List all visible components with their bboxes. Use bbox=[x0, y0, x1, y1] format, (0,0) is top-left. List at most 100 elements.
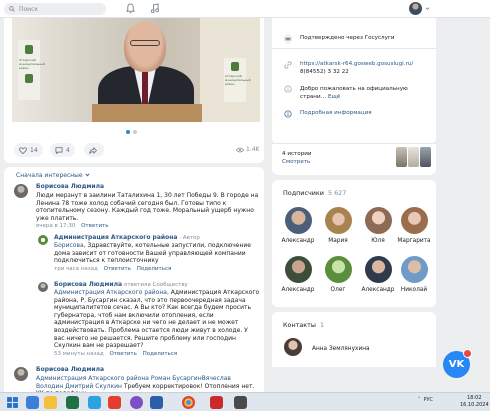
notification-badge bbox=[463, 349, 472, 358]
subscriber-name: Александр bbox=[281, 238, 315, 244]
subscriber[interactable]: Мария bbox=[318, 207, 358, 244]
carousel-dot[interactable] bbox=[133, 130, 137, 134]
reply-link[interactable]: Ответить bbox=[81, 223, 108, 229]
subscriber-name: Николай bbox=[400, 287, 428, 293]
clock-time: 18:02 bbox=[467, 395, 482, 401]
banner-right: Аткарский муниципальный район bbox=[224, 58, 251, 102]
post-photo[interactable]: Аткарский муниципальный район Аткарский … bbox=[12, 18, 260, 122]
views-count: 1.4K bbox=[246, 146, 260, 153]
bell-icon[interactable] bbox=[126, 3, 135, 14]
comment-icon bbox=[55, 146, 63, 154]
search-input[interactable]: Поиск bbox=[4, 3, 106, 15]
more-link[interactable]: Ещё bbox=[328, 94, 340, 100]
chrome-icon[interactable] bbox=[182, 396, 195, 409]
reply-link[interactable]: Ответить bbox=[109, 351, 136, 357]
music-icon[interactable] bbox=[150, 3, 159, 14]
addressee-link[interactable]: Борисова, bbox=[54, 242, 86, 249]
info-circle-icon bbox=[284, 110, 292, 118]
reply-time[interactable]: 53 минуты назад bbox=[54, 351, 104, 357]
taskbar-app-icon[interactable] bbox=[234, 396, 247, 409]
link-icon bbox=[284, 61, 292, 69]
contacts-header[interactable]: Контакты 1 bbox=[283, 321, 324, 329]
verified-row: Подтверждено через Госуслуги bbox=[284, 35, 395, 43]
subscriber-name: Маргарита bbox=[397, 238, 431, 244]
stories-watch-link[interactable]: Смотреть bbox=[282, 158, 312, 166]
heart-icon bbox=[19, 146, 27, 154]
windows-start-icon[interactable] bbox=[6, 396, 19, 409]
subscriber-photo bbox=[400, 207, 428, 234]
chevron-up-icon: ˄ bbox=[418, 397, 421, 403]
share-link[interactable]: Поделиться bbox=[137, 266, 172, 272]
excel-icon[interactable] bbox=[66, 396, 79, 409]
addressee-link[interactable]: Администрация Аткарского района, bbox=[54, 289, 169, 296]
comment-author[interactable]: Борисова Людмила bbox=[36, 366, 260, 373]
reply-avatar[interactable] bbox=[38, 282, 48, 292]
reply-text: Администрация Аткарского района, Р. Буса… bbox=[54, 289, 260, 350]
story-thumbnail[interactable] bbox=[396, 147, 407, 167]
taskbar-clock[interactable]: 18:02 16.10.2024 bbox=[460, 395, 489, 409]
details-row[interactable]: Подробная информация bbox=[284, 110, 372, 118]
details-link[interactable]: Подробная информация bbox=[300, 110, 372, 116]
profile-avatar[interactable] bbox=[409, 2, 422, 15]
subscriber[interactable]: Александр bbox=[358, 256, 398, 293]
comment-button[interactable]: 4 bbox=[50, 143, 75, 157]
taskbar-app-icon[interactable] bbox=[26, 396, 39, 409]
subscriber[interactable]: Юля bbox=[358, 207, 398, 244]
share-button[interactable] bbox=[84, 143, 104, 157]
contacts-card: Контакты 1 Анна Землянухина bbox=[272, 312, 436, 367]
site-link[interactable]: https://atkarsk-r64.gosweb.gosuslugi.ru/ bbox=[300, 61, 413, 67]
subscribers-title: Подписчики bbox=[283, 189, 324, 197]
word-icon[interactable] bbox=[150, 396, 163, 409]
reply-link[interactable]: Ответить bbox=[104, 266, 131, 272]
comment-author[interactable]: Борисова Людмила bbox=[36, 183, 260, 190]
like-count: 14 bbox=[30, 146, 38, 154]
subscribers-card: Подписчики 5 627 Александр Мария Юля Мар… bbox=[272, 180, 436, 307]
post-card: Аткарский муниципальный район Аткарский … bbox=[4, 18, 264, 163]
reply-author[interactable]: Борисова Людмила bbox=[54, 281, 122, 288]
subscriber[interactable]: Александр bbox=[278, 207, 318, 244]
subscriber[interactable]: Александр bbox=[278, 256, 318, 293]
comment-item: Борисова Людмила Люди мерзнут в заилини … bbox=[36, 183, 260, 229]
subscribers-header[interactable]: Подписчики 5 627 bbox=[283, 189, 346, 197]
subscriber[interactable]: Николай bbox=[394, 256, 434, 293]
chevron-down-icon[interactable] bbox=[425, 6, 430, 11]
comments-sort-dropdown[interactable]: Сначала интересные bbox=[16, 172, 90, 179]
description-row: Добро пожаловать на официальную страни… … bbox=[284, 85, 428, 101]
like-button[interactable]: 14 bbox=[14, 143, 43, 157]
reply-avatar[interactable] bbox=[38, 235, 48, 245]
story-thumbnail[interactable] bbox=[408, 147, 419, 167]
reply-time[interactable]: три часа назад bbox=[54, 266, 98, 272]
comment-avatar[interactable] bbox=[14, 367, 28, 381]
viber-icon[interactable] bbox=[130, 396, 143, 409]
subscriber-name: Мария bbox=[328, 238, 348, 244]
story-thumbnail[interactable] bbox=[420, 147, 431, 167]
verified-text: Подтверждено через Госуслуги bbox=[300, 35, 395, 41]
pdf-icon[interactable] bbox=[108, 396, 121, 409]
banner-text: Аткарский муниципальный район bbox=[19, 58, 45, 70]
contact-avatar[interactable] bbox=[284, 338, 302, 356]
banner-text-right: Аткарский муниципальный район bbox=[225, 74, 251, 86]
share-link[interactable]: Поделиться bbox=[143, 351, 178, 357]
comment-time[interactable]: вчера в 17:30 bbox=[36, 223, 75, 229]
stories-card: 4 истории Смотреть bbox=[272, 143, 436, 175]
subscriber-photo bbox=[364, 256, 392, 283]
taskbar-app-icon[interactable] bbox=[210, 396, 223, 409]
subscriber[interactable]: Олег bbox=[318, 256, 358, 293]
subscriber-photo bbox=[400, 256, 428, 283]
os-taskbar: ˄ РУС 18:02 16.10.2024 bbox=[0, 392, 490, 411]
subscriber[interactable]: Маргарита bbox=[394, 207, 434, 244]
contact-name[interactable]: Анна Землянухина bbox=[312, 346, 370, 352]
subscriber-name: Александр bbox=[361, 287, 395, 293]
folder-icon[interactable] bbox=[44, 396, 57, 409]
telegram-icon[interactable] bbox=[88, 396, 101, 409]
reply-author[interactable]: Администрация Аткарского района bbox=[54, 234, 177, 241]
search-icon bbox=[9, 6, 15, 12]
subscribers-count: 5 627 bbox=[327, 189, 347, 197]
subscriber-name: Олег bbox=[330, 287, 346, 293]
subscriber-photo bbox=[324, 256, 352, 283]
system-tray[interactable]: ˄ РУС bbox=[418, 397, 433, 403]
phone-number[interactable]: 8(84552) 3 32 22 bbox=[300, 69, 413, 75]
views-counter: 1.4K bbox=[236, 146, 259, 153]
comment-avatar[interactable] bbox=[14, 184, 28, 198]
carousel-dot[interactable] bbox=[126, 130, 130, 134]
